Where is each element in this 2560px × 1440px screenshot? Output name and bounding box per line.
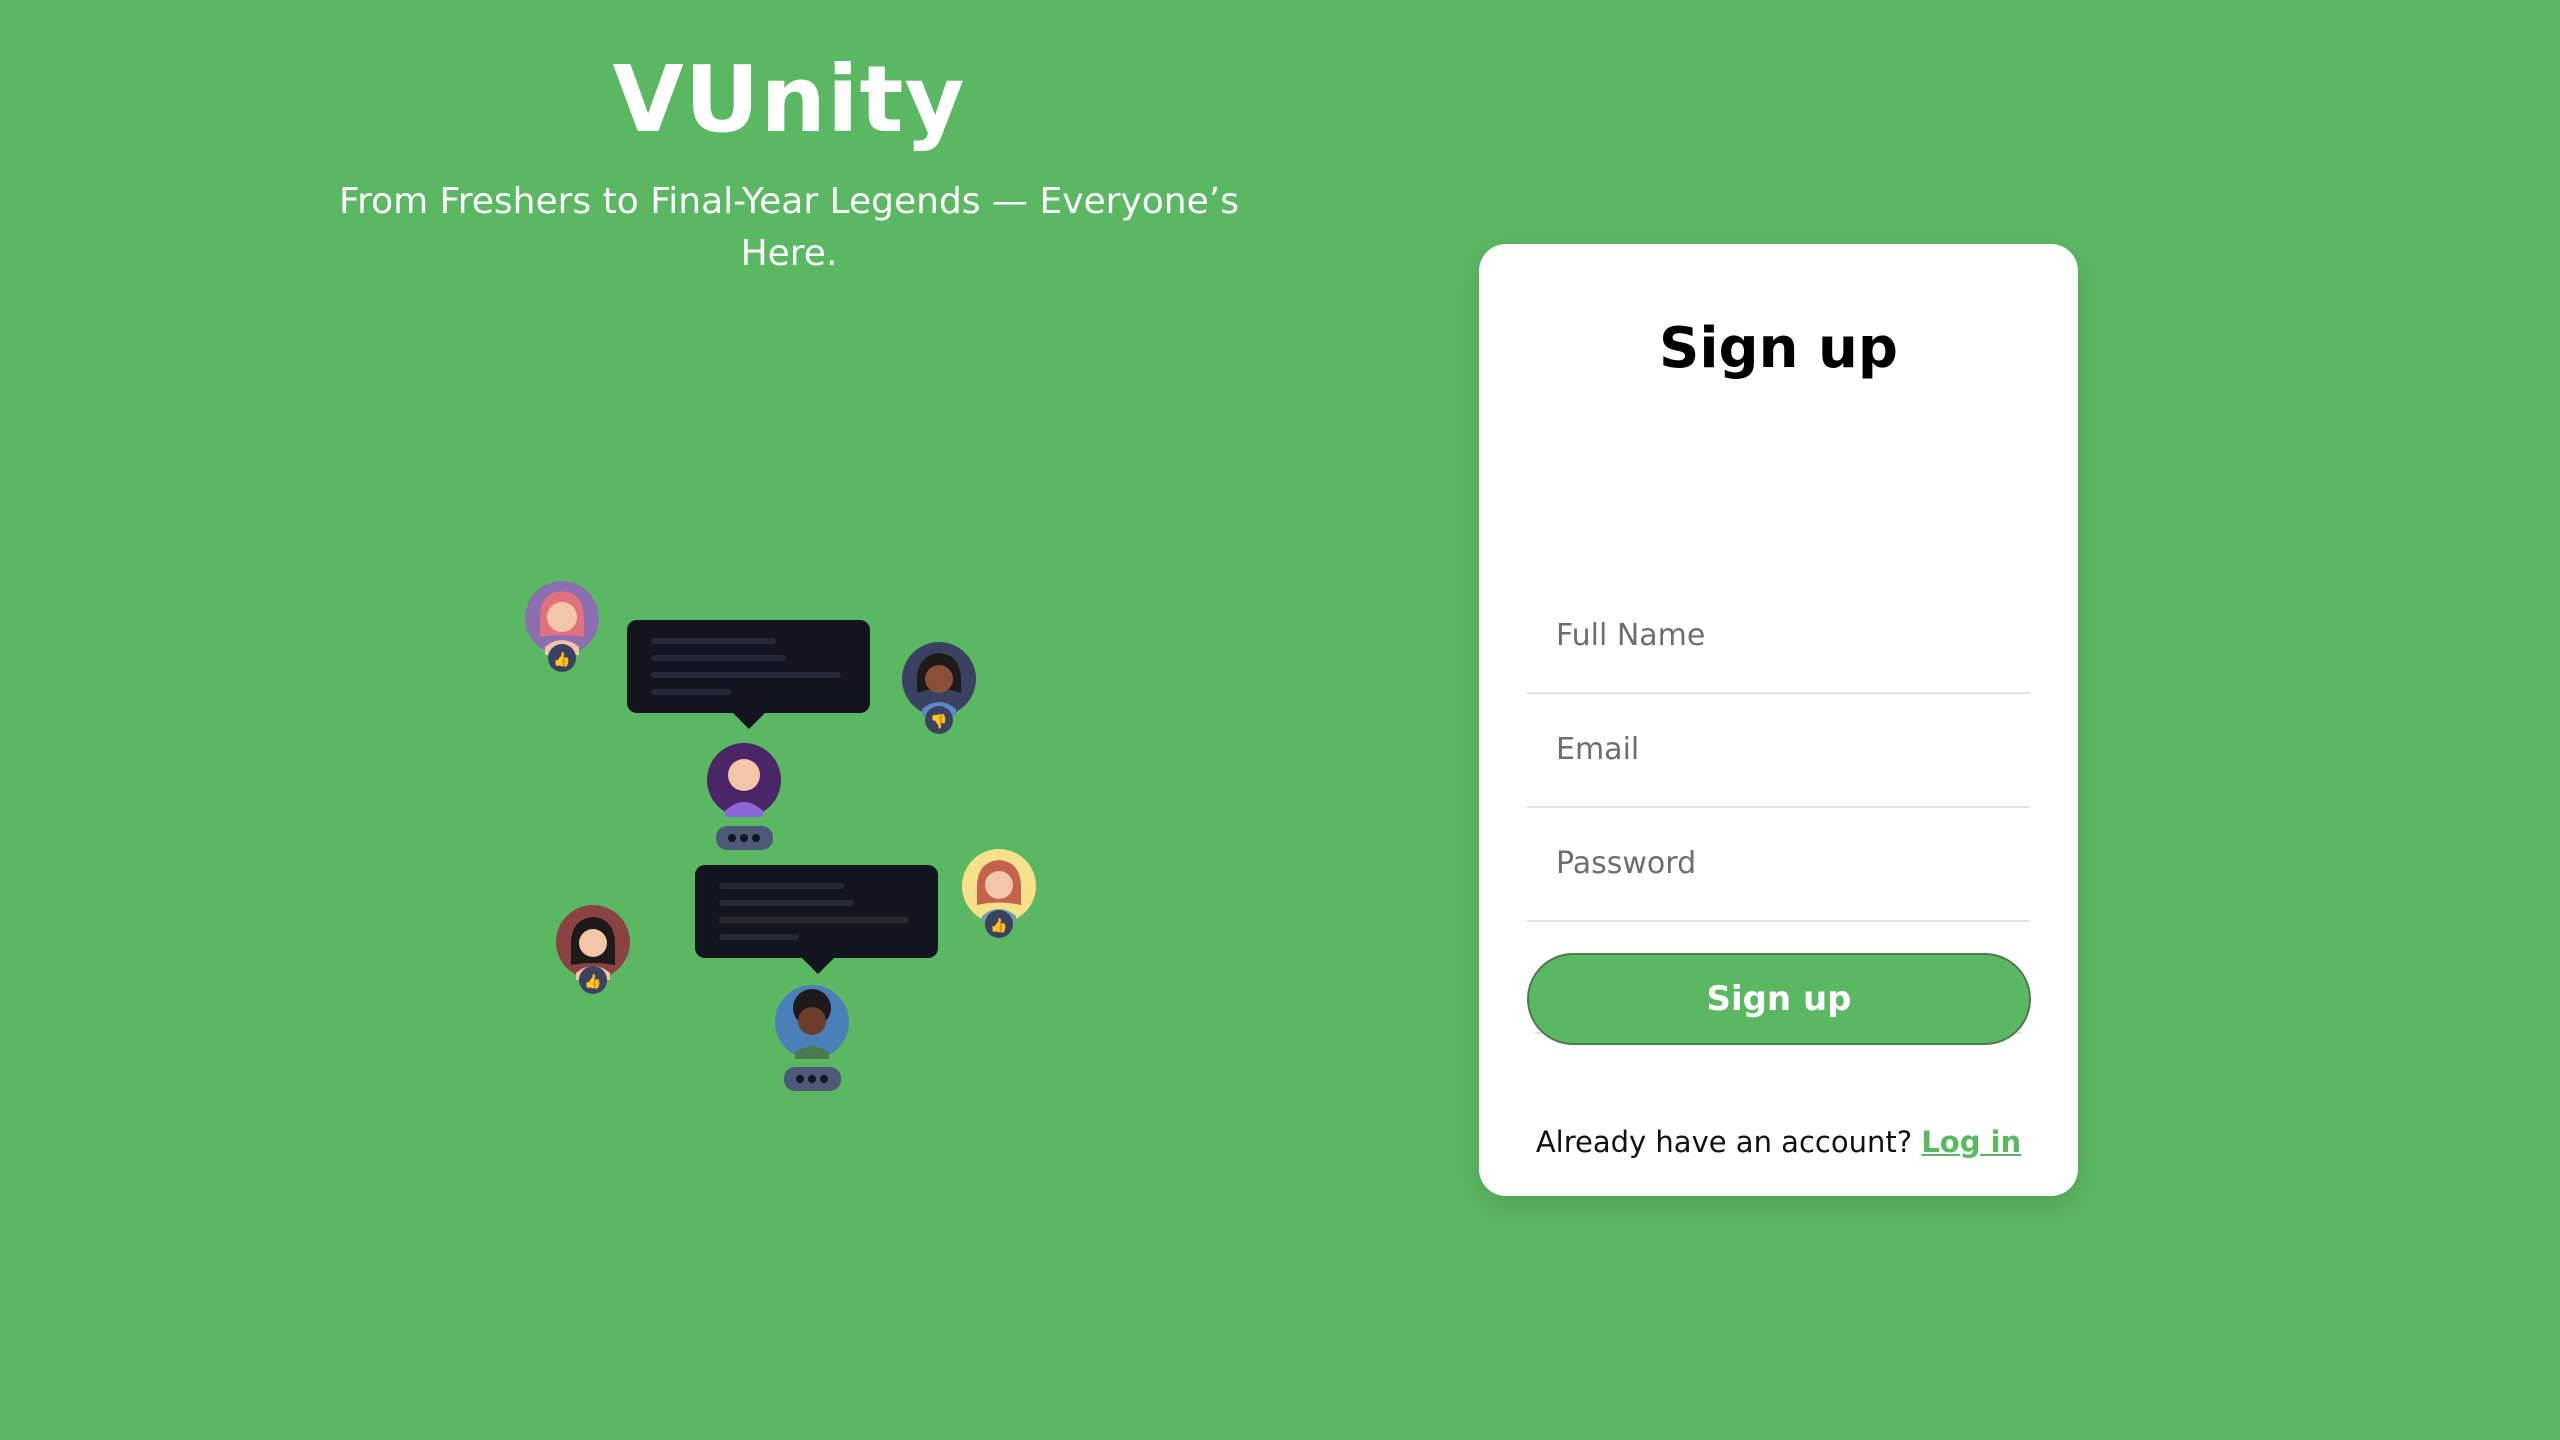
signup-card: Sign up Sign up Already have an account?… [1479,244,2078,1196]
password-field-wrapper [1527,807,2030,922]
typing-indicator-icon [716,826,773,850]
chat-bubble-icon [627,620,870,729]
signup-title: Sign up [1659,316,1898,381]
svg-text:👍: 👍 [990,917,1007,934]
email-field-wrapper [1527,693,2030,808]
tagline-line-2: Here. [740,233,838,274]
signup-button[interactable]: Sign up [1527,953,2031,1045]
avatar-icon: 👍 [556,905,630,994]
login-prompt-text: Already have an account? [1535,1125,1913,1159]
avatar-icon: 👍 [962,849,1036,938]
typing-indicator-icon [784,1067,841,1091]
tagline-line-1: From Freshers to Final-Year Legends — Ev… [339,181,1239,222]
email-input[interactable] [1527,693,2030,806]
svg-text:👍: 👍 [584,973,601,990]
full-name-input[interactable] [1527,579,2030,692]
chat-bubble-icon [695,865,938,974]
svg-text:👍: 👍 [553,651,570,668]
login-link[interactable]: Log in [1921,1125,2021,1159]
avatar-icon: 👍 [525,581,599,672]
full-name-field-wrapper [1527,579,2030,694]
avatar-icon [775,985,849,1059]
avatar-icon [707,743,781,817]
chat-illustration: 👍 👎 👍 👍 [525,581,1036,1091]
avatar-icon: 👎 [902,642,976,734]
signup-page: VUnity From Freshers to Final-Year Legen… [0,0,2560,1440]
login-prompt: Already have an account? Log in [1479,1122,2078,1162]
tagline: From Freshers to Final-Year Legends — Ev… [290,176,1288,280]
brand-logo: VUnity [612,46,966,153]
svg-text:👎: 👎 [930,713,947,730]
password-input[interactable] [1527,807,2030,920]
